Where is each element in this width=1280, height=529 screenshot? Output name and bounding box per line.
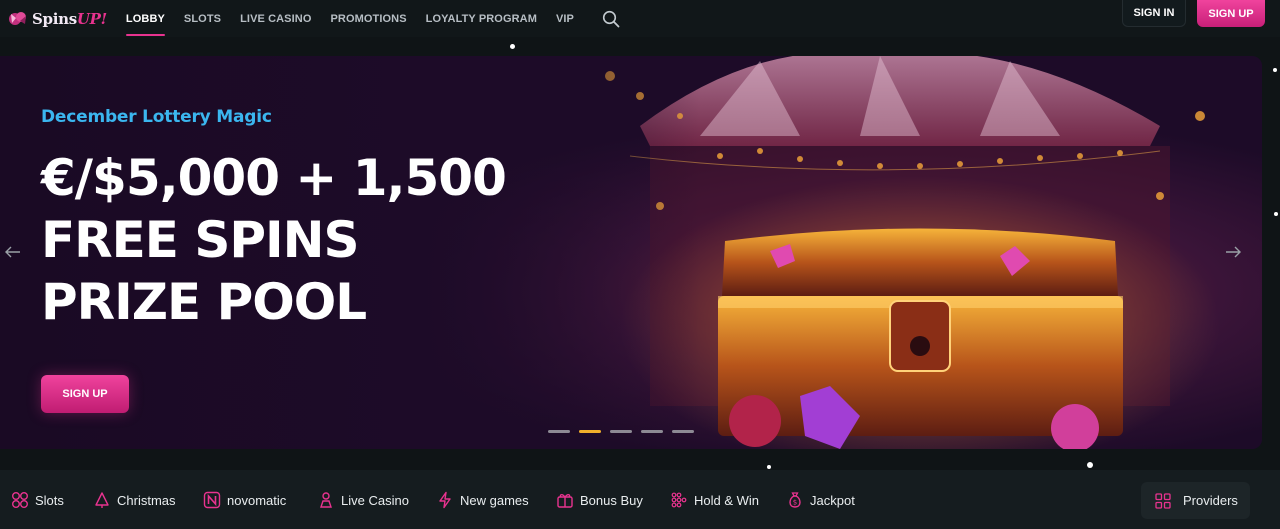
live-casino-icon xyxy=(317,491,335,509)
carousel-dot[interactable] xyxy=(548,430,570,433)
category-jackpot[interactable]: $ Jackpot xyxy=(786,482,855,518)
nav-lobby[interactable]: LOBBY xyxy=(125,0,165,37)
category-label: Hold & Win xyxy=(694,492,760,508)
carousel-pagination xyxy=(548,430,694,433)
category-christmas[interactable]: Christmas xyxy=(93,482,176,518)
arrow-left-icon[interactable] xyxy=(4,244,22,260)
headline-line-1: €/$5,000 + 1,500 xyxy=(41,149,507,207)
search-icon[interactable] xyxy=(600,8,622,30)
category-label: Bonus Buy xyxy=(580,492,643,508)
sign-up-button[interactable]: SIGN UP xyxy=(1197,0,1265,27)
promo-banner[interactable]: December Lottery Magic €/$5,000 + 1,500 … xyxy=(0,56,1262,449)
gift-icon xyxy=(556,491,574,509)
category-label: Christmas xyxy=(117,492,176,508)
sign-in-button[interactable]: SIGN IN xyxy=(1122,0,1186,27)
providers-label: Providers xyxy=(1183,493,1238,508)
carousel-dot[interactable] xyxy=(672,430,694,433)
nav-loyalty-program[interactable]: LOYALTY PROGRAM xyxy=(426,0,537,37)
sparkle-decoration xyxy=(1087,462,1093,468)
christmas-tree-icon xyxy=(93,491,111,509)
banner-sign-up-button[interactable]: SIGN UP xyxy=(41,375,129,413)
carousel-dot-active[interactable] xyxy=(579,430,601,433)
category-bonus-buy[interactable]: Bonus Buy xyxy=(556,482,643,518)
category-label: New games xyxy=(460,492,529,508)
grid-icon xyxy=(1155,492,1171,509)
main-nav: LOBBY SLOTS LIVE CASINO PROMOTIONS LOYAL… xyxy=(125,0,593,37)
novomatic-icon xyxy=(203,491,221,509)
logo-text: SpinsUP! xyxy=(32,9,107,28)
category-label: Jackpot xyxy=(810,492,855,508)
category-live-casino[interactable]: Live Casino xyxy=(317,482,409,518)
category-label: Slots xyxy=(35,492,64,508)
category-label: Live Casino xyxy=(341,492,409,508)
nav-promotions[interactable]: PROMOTIONS xyxy=(330,0,406,37)
grid-dots-icon xyxy=(670,491,688,509)
slots-icon xyxy=(11,491,29,509)
headline-line-2: FREE SPINS xyxy=(41,211,360,269)
nav-vip[interactable]: VIP xyxy=(556,0,574,37)
sparkle-decoration xyxy=(510,44,515,49)
headline-line-3: PRIZE POOL xyxy=(41,273,367,331)
money-bag-icon: $ xyxy=(786,491,804,509)
banner-eyebrow: December Lottery Magic xyxy=(41,107,272,127)
arrow-right-icon[interactable] xyxy=(1224,244,1242,260)
site-logo[interactable]: SpinsUP! xyxy=(8,0,107,37)
nav-live-casino[interactable]: LIVE CASINO xyxy=(240,0,311,37)
category-slots[interactable]: Slots xyxy=(11,482,64,518)
carousel-dot[interactable] xyxy=(641,430,663,433)
category-new-games[interactable]: New games xyxy=(436,482,529,518)
carousel-dot[interactable] xyxy=(610,430,632,433)
lightning-icon xyxy=(436,491,454,509)
category-hold-and-win[interactable]: Hold & Win xyxy=(670,482,759,518)
sparkle-decoration xyxy=(767,465,771,469)
sparkle-decoration xyxy=(1273,68,1277,72)
category-label: novomatic xyxy=(227,492,287,508)
category-novomatic[interactable]: novomatic xyxy=(203,482,286,518)
top-navigation-bar: SpinsUP! LOBBY SLOTS LIVE CASINO PROMOTI… xyxy=(0,0,1280,37)
nav-slots[interactable]: SLOTS xyxy=(184,0,221,37)
providers-button[interactable]: Providers xyxy=(1141,482,1250,519)
banner-headline: €/$5,000 + 1,500 FREE SPINS PRIZE POOL xyxy=(41,147,601,333)
spinsup-logo-icon xyxy=(8,10,30,28)
sparkle-decoration xyxy=(1274,212,1278,216)
svg-text:$: $ xyxy=(793,499,797,507)
